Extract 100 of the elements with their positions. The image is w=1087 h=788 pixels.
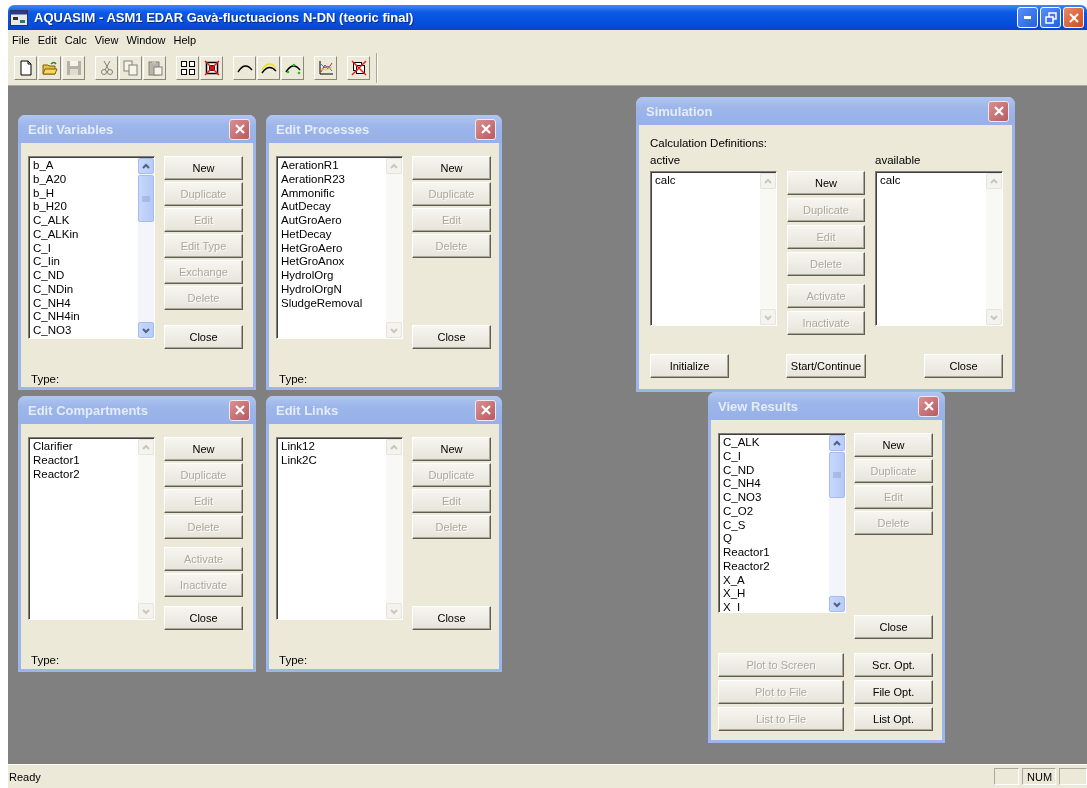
list-box[interactable]: calc: [875, 171, 1003, 326]
dialog-button[interactable]: Start/Continue: [786, 354, 866, 378]
list-item[interactable]: AutDecay: [281, 200, 383, 214]
scroll-thumb[interactable]: [829, 452, 845, 499]
list-item[interactable]: C_ND: [33, 269, 135, 283]
list-item[interactable]: C_S: [723, 518, 826, 533]
menu-item[interactable]: Edit: [33, 34, 61, 46]
vertical-scrollbar[interactable]: [829, 435, 845, 612]
dialog-button[interactable]: Initialize: [650, 354, 729, 378]
crossed-windows-icon: [350, 59, 367, 76]
list-box[interactable]: Clarifier Reactor1 Reactor2: [28, 437, 155, 620]
list-item[interactable]: C_NH4in: [33, 310, 135, 324]
list-item[interactable]: b_A: [33, 159, 135, 173]
list-item[interactable]: Reactor2: [723, 559, 826, 574]
dialog-button[interactable]: New: [164, 437, 243, 461]
list-item[interactable]: C_ALK: [723, 436, 826, 450]
list-item[interactable]: C_Iin: [33, 255, 135, 269]
dialog-button[interactable]: Close: [164, 606, 243, 630]
list-label: available: [875, 153, 922, 168]
menu-item[interactable]: File: [8, 34, 34, 46]
close-button[interactable]: [475, 118, 496, 140]
window-title: AQUASIM - ASM1 EDAR Gavà-fluctuacions N-DN (teoric final): [34, 10, 415, 25]
list-box[interactable]: b_A b_A20 b_H b_H20 C_ALK C_ALKin C_I C_Iin C_ND C_NDin C_NH4 C_NH4in C_NO3: [28, 156, 155, 339]
list-label: active: [650, 153, 682, 168]
list-box[interactable]: calc: [650, 171, 777, 326]
vertical-scrollbar[interactable]: [138, 158, 154, 338]
dialog-button[interactable]: Close: [924, 354, 1003, 378]
list-item[interactable]: b_H20: [33, 200, 135, 214]
dialog-title: Edit Links: [276, 402, 340, 418]
dialog-button[interactable]: New: [787, 171, 865, 195]
list-item[interactable]: Reactor1: [723, 546, 826, 560]
list-item[interactable]: C_O2: [723, 504, 826, 519]
menu-item[interactable]: Help: [169, 34, 201, 46]
close-button[interactable]: [229, 118, 250, 140]
dialog-button[interactable]: New: [854, 433, 933, 457]
list-item[interactable]: C_I: [723, 449, 826, 464]
list-box[interactable]: Link12 Link2C: [276, 437, 403, 620]
list-box[interactable]: AerationR1 AerationR23 Ammonific AutDecay AutGroAero HetDecay HetGroAero HetGroAnox HydrolOrg HydrolOrgN SludgeRemoval: [276, 156, 403, 339]
toolbar-button[interactable]: [257, 55, 280, 80]
list-item[interactable]: HydrolOrg: [281, 269, 383, 283]
list-item[interactable]: b_H: [33, 186, 135, 201]
minimize-button[interactable]: [1017, 7, 1038, 28]
dialog-title: Edit Variables: [28, 121, 115, 137]
list-item[interactable]: AerationR23: [281, 172, 383, 187]
list-item[interactable]: AutGroAero: [281, 214, 383, 228]
dialog-button[interactable]: Close: [854, 615, 933, 639]
close-button[interactable]: [229, 399, 250, 421]
list-item[interactable]: Clarifier: [33, 440, 135, 454]
toolbar-button[interactable]: [176, 55, 199, 80]
type-label: Type:: [278, 654, 309, 666]
dialog-button[interactable]: Scr. Opt.: [854, 653, 933, 677]
list-item[interactable]: calc: [655, 174, 757, 188]
list-item[interactable]: C_ND: [723, 463, 826, 478]
dialog-button[interactable]: Close: [412, 325, 491, 349]
list-item[interactable]: HetGroAero: [281, 241, 383, 256]
dialog-button[interactable]: New: [412, 156, 491, 180]
dialog-button[interactable]: List Opt.: [854, 707, 933, 731]
toolbar-button[interactable]: [233, 55, 256, 80]
list-item[interactable]: Link2C: [281, 453, 383, 468]
list-item[interactable]: HydrolOrgN: [281, 282, 383, 297]
list-item[interactable]: X_A: [723, 573, 826, 588]
list-item[interactable]: C_NH4: [33, 296, 135, 311]
list-item[interactable]: b_A20: [33, 172, 135, 187]
list-item[interactable]: calc: [880, 174, 983, 188]
list-item[interactable]: C_ALK: [33, 214, 135, 228]
list-item[interactable]: C_NH4: [723, 477, 826, 491]
restore-button[interactable]: [1040, 7, 1061, 28]
dialog-button[interactable]: Close: [412, 606, 491, 630]
dialog-button[interactable]: New: [412, 437, 491, 461]
dialog-button[interactable]: File Opt.: [854, 680, 933, 704]
toolbar-button[interactable]: [347, 55, 370, 80]
toolbar-button[interactable]: [200, 55, 223, 80]
menu-item[interactable]: Calc: [60, 34, 91, 46]
list-item[interactable]: Reactor2: [33, 467, 135, 482]
toolbar-button[interactable]: [281, 55, 304, 80]
list-item[interactable]: Link12: [281, 440, 383, 454]
menu-item[interactable]: Window: [122, 34, 170, 46]
list-item[interactable]: C_I: [33, 241, 135, 256]
close-button[interactable]: [988, 100, 1009, 122]
list-item[interactable]: HetDecay: [281, 227, 383, 242]
list-item[interactable]: SludgeRemoval: [281, 296, 383, 311]
scroll-thumb[interactable]: [138, 175, 154, 223]
list-item[interactable]: AerationR1: [281, 159, 383, 173]
list-item[interactable]: Reactor1: [33, 453, 135, 468]
list-item[interactable]: C_NO3: [33, 324, 135, 338]
list-item[interactable]: X_H: [723, 587, 826, 601]
list-item[interactable]: C_NO3: [723, 491, 826, 505]
menu-item[interactable]: View: [90, 34, 123, 46]
list-item[interactable]: C_NDin: [33, 282, 135, 297]
dialog-title: View Results: [718, 398, 799, 414]
list-item[interactable]: Ammonific: [281, 186, 383, 201]
app-icon: [10, 9, 28, 26]
restore-icon: [1044, 11, 1057, 24]
close-button[interactable]: [918, 395, 939, 417]
dialog-button[interactable]: New: [164, 156, 243, 180]
list-item[interactable]: Q: [723, 532, 826, 546]
list-item[interactable]: HetGroAnox: [281, 255, 383, 269]
list-item[interactable]: C_ALKin: [33, 227, 135, 242]
dialog-button[interactable]: Close: [164, 325, 243, 349]
close-button[interactable]: [475, 399, 496, 421]
